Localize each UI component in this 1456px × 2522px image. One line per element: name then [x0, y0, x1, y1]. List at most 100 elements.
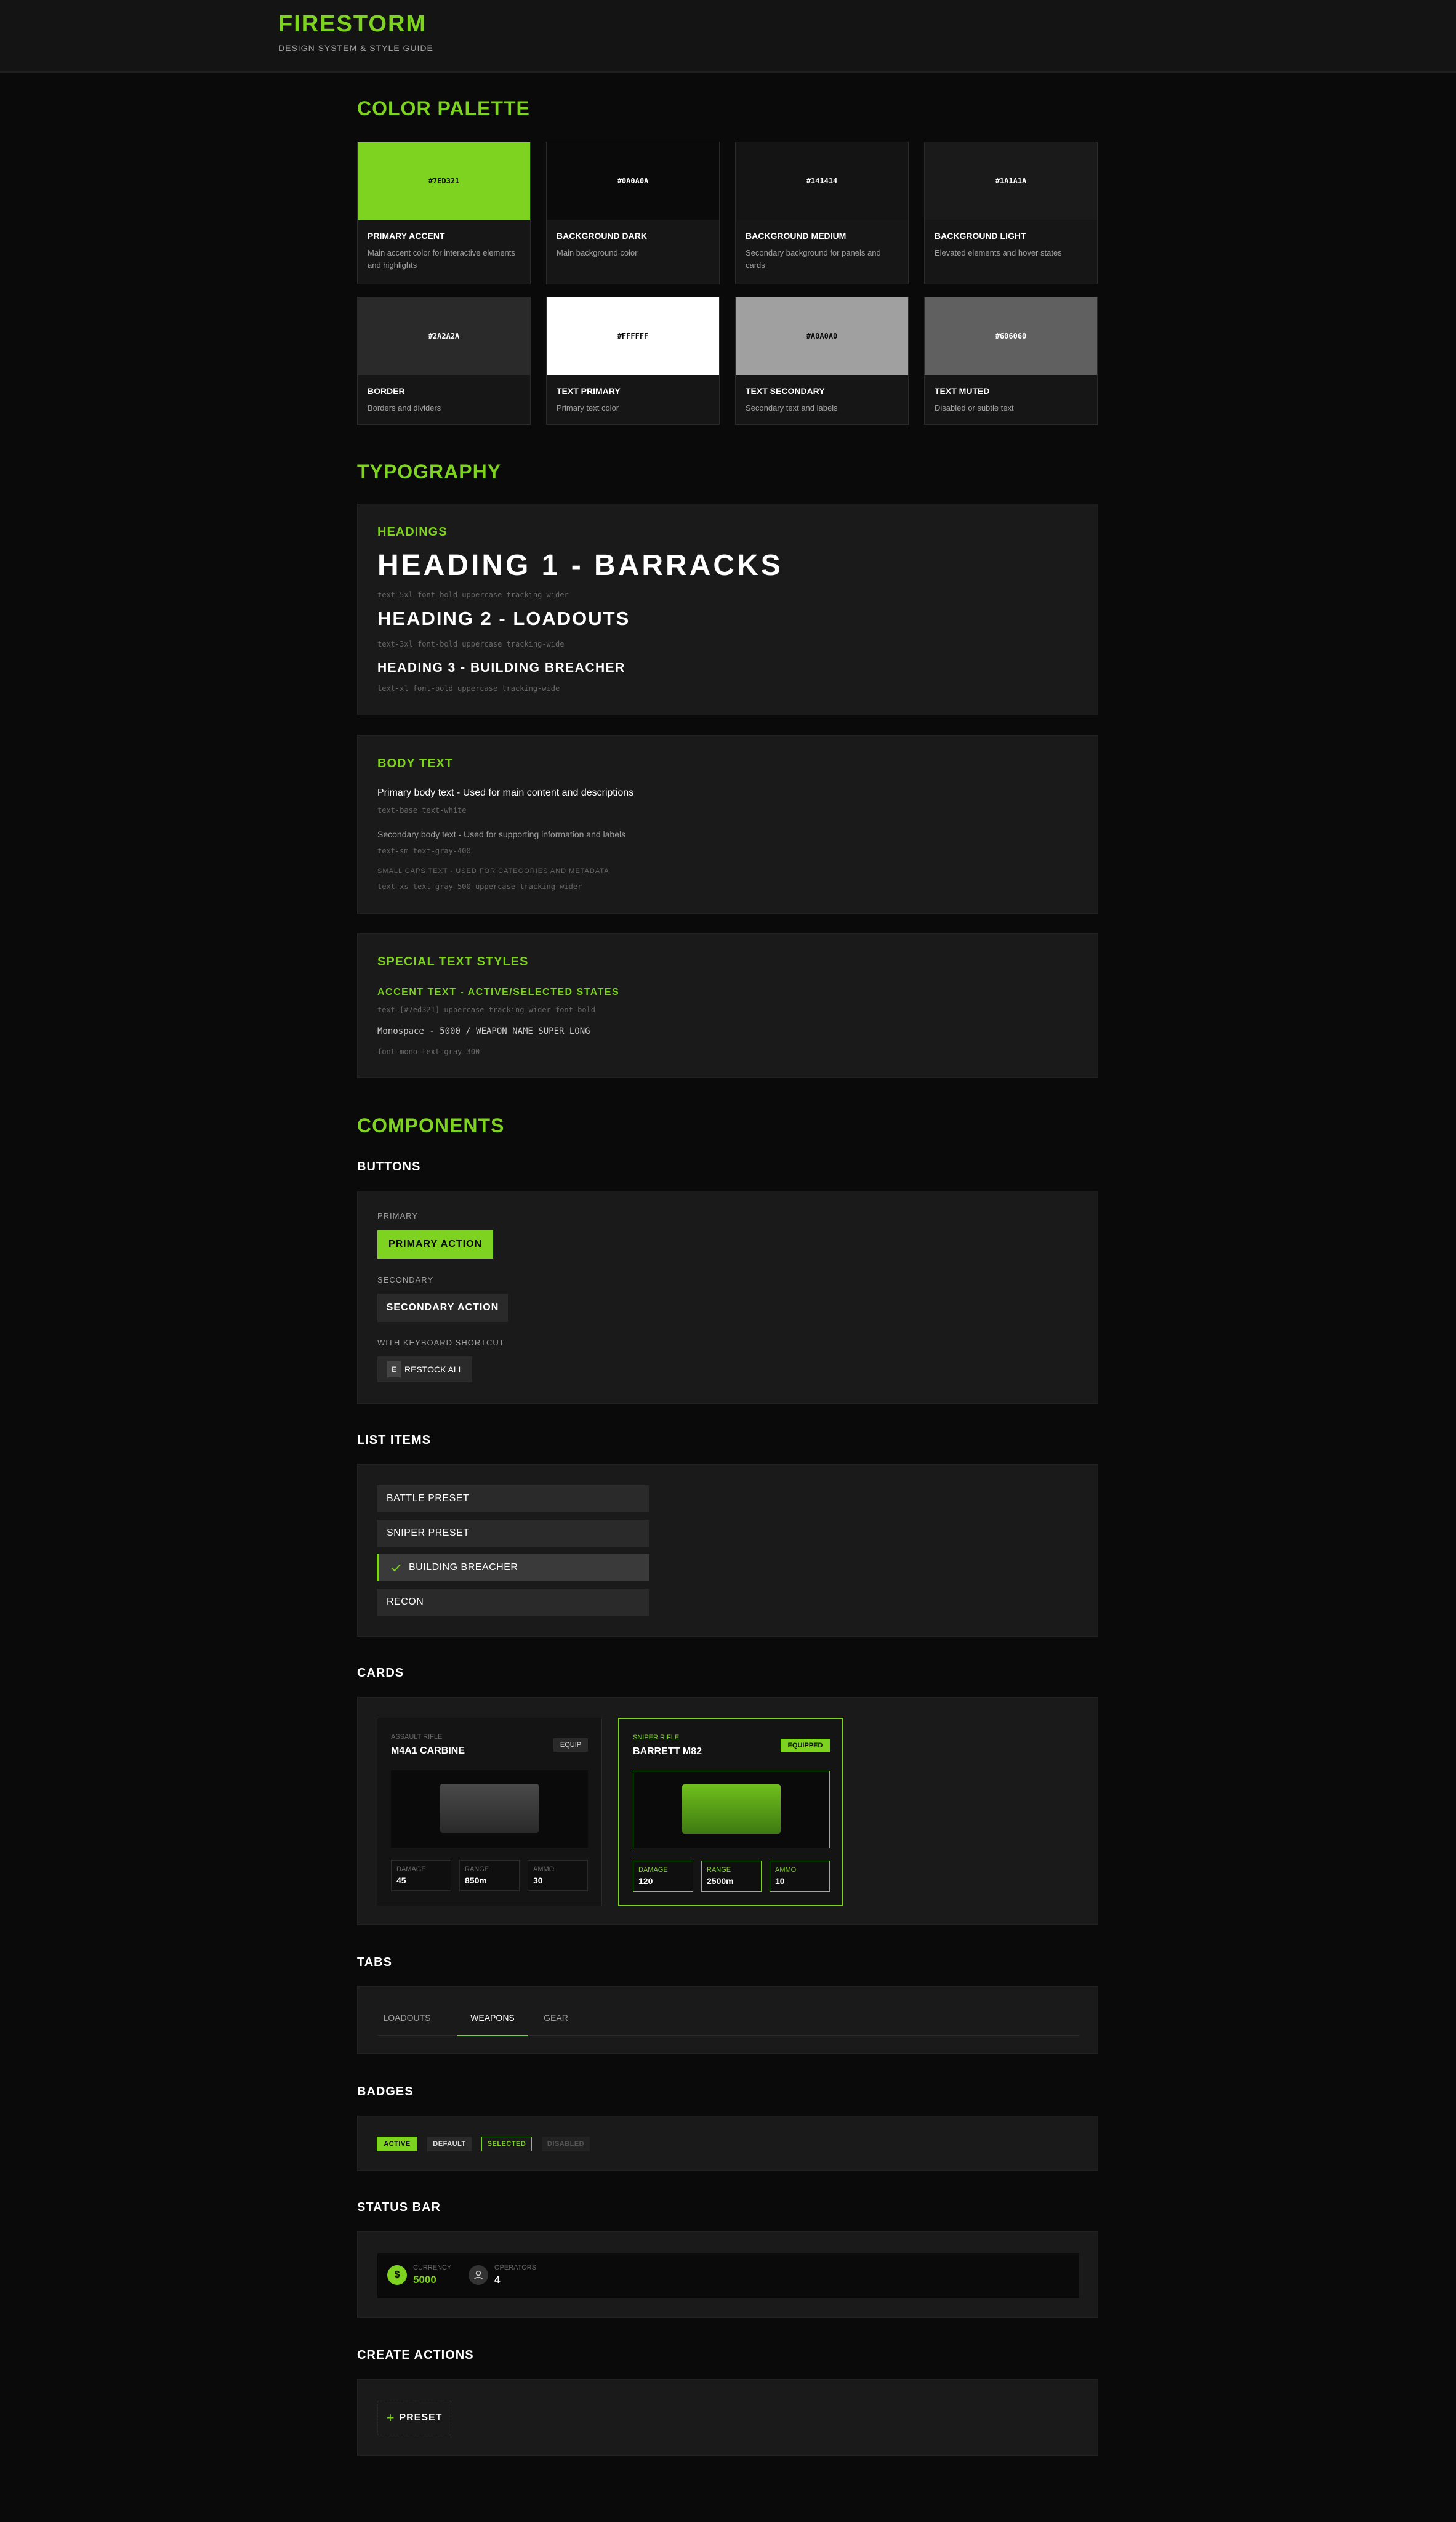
color-description: Borders and dividers [368, 403, 441, 413]
color-name: TEXT SECONDARY [746, 386, 825, 396]
list-item-recon[interactable]: RECON [377, 1589, 649, 1616]
badge-active: ACTIVE [377, 2137, 417, 2151]
stat-damage: DAMAGE 120 [633, 1861, 693, 1892]
stat-value: 30 [533, 1875, 543, 1885]
body-text-label: BODY TEXT [377, 757, 454, 770]
color-chip-hex: #2A2A2A [358, 297, 530, 375]
secondary-action-button[interactable]: SECONDARY ACTION [377, 1294, 508, 1322]
brand-title: FIRESTORM [278, 11, 427, 37]
buttons-panel: PRIMARY PRIMARY ACTION SECONDARY SECONDA… [357, 1191, 1098, 1404]
list-item-label: RECON [387, 1597, 424, 1607]
color-swatch-border: #2A2A2A BORDER Borders and dividers [357, 297, 531, 425]
special-text-panel: SPECIAL TEXT STYLES ACCENT TEXT - ACTIVE… [357, 933, 1098, 1078]
weapon-image-frame [633, 1771, 830, 1848]
color-name: TEXT PRIMARY [557, 386, 621, 396]
status-bar: $ CURRENCY 5000 OPERATORS 4 [377, 2253, 1079, 2298]
stat-label: DAMAGE [396, 1866, 426, 1873]
plus-icon: + [386, 2410, 395, 2425]
color-swatch-background-medium: #141414 BACKGROUND MEDIUM Secondary backgr… [735, 142, 909, 284]
shortcut-button-caption: WITH KEYBOARD SHORTCUT [377, 1338, 505, 1347]
body-primary-sample: Primary body text - Used for main conten… [377, 788, 634, 798]
heading-2-code: text-3xl font-bold uppercase tracking-wi… [377, 640, 565, 648]
tab-gear[interactable]: GEAR [536, 2013, 576, 2035]
create-preset-button[interactable]: + PRESET [377, 2401, 451, 2435]
keyboard-shortcut-key: E [387, 1361, 401, 1377]
heading-3-sample: HEADING 3 - BUILDING BREACHER [377, 661, 625, 675]
weapon-name: BARRETT M82 [633, 1746, 702, 1757]
badge-disabled: DISABLED [542, 2137, 590, 2151]
section-title-color-palette: COLOR PALETTE [357, 97, 530, 119]
cards-title: CARDS [357, 1666, 404, 1680]
tabs-panel: LOADOUTS WEAPONS GEAR [357, 1986, 1098, 2054]
equip-button[interactable]: EQUIP [553, 1738, 588, 1752]
badges-title: BADGES [357, 2085, 414, 2098]
list-item-label: SNIPER PRESET [387, 1528, 470, 1538]
primary-button-caption: PRIMARY [377, 1211, 418, 1220]
tab-weapons-active[interactable]: WEAPONS [457, 2013, 528, 2036]
body-secondary-code: text-sm text-gray-400 [377, 847, 471, 855]
color-chip-hex: #141414 [736, 142, 908, 220]
stat-label: RANGE [707, 1866, 731, 1874]
color-chip-hex: #A0A0A0 [736, 297, 908, 375]
stat-damage: DAMAGE 45 [391, 1860, 451, 1891]
heading-1-code: text-5xl font-bold uppercase tracking-wi… [377, 590, 569, 599]
stat-ammo: AMMO 30 [528, 1860, 588, 1891]
list-item-battle-preset[interactable]: BATTLE PRESET [377, 1485, 649, 1512]
color-description: Main background color [557, 248, 638, 257]
weapon-category: SNIPER RIFLE [633, 1734, 680, 1741]
color-chip-hex: #0A0A0A [547, 142, 719, 220]
operators-value: 4 [494, 2274, 501, 2286]
color-name: BORDER [368, 386, 405, 396]
badge-selected: SELECTED [481, 2137, 532, 2151]
body-secondary-sample: Secondary body text - Used for supportin… [377, 829, 626, 839]
weapon-card-barrett-equipped[interactable]: SNIPER RIFLE BARRETT M82 EQUIPPED DAMAGE… [618, 1718, 843, 1906]
color-swatch-text-muted: #606060 TEXT MUTED Disabled or subtle text [924, 297, 1098, 425]
color-description: Disabled or subtle text [935, 403, 1014, 413]
weapon-category: ASSAULT RIFLE [391, 1733, 443, 1741]
currency-value: 5000 [413, 2274, 436, 2286]
create-actions-title: CREATE ACTIONS [357, 2348, 474, 2362]
color-swatch-text-secondary: #A0A0A0 TEXT SECONDARY Secondary text and … [735, 297, 909, 425]
stat-label: RANGE [465, 1866, 489, 1873]
stat-label: AMMO [533, 1866, 555, 1873]
accent-text-code: text-[#7ed321] uppercase tracking-wider … [377, 1005, 596, 1014]
small-caps-sample: SMALL CAPS TEXT - USED FOR CATEGORIES AN… [377, 868, 609, 875]
list-item-sniper-preset[interactable]: SNIPER PRESET [377, 1520, 649, 1547]
buttons-title: BUTTONS [357, 1160, 421, 1174]
weapon-image-placeholder [682, 1784, 781, 1834]
stat-label: DAMAGE [638, 1866, 668, 1874]
headings-label: HEADINGS [377, 525, 448, 539]
restock-all-button[interactable]: E RESTOCK ALL [377, 1356, 472, 1382]
section-title-typography: TYPOGRAPHY [357, 461, 502, 483]
badge-default: DEFAULT [427, 2137, 472, 2151]
color-name: TEXT MUTED [935, 386, 990, 396]
stat-value: 10 [775, 1876, 785, 1886]
color-chip-hex: #7ED321 [358, 142, 530, 220]
color-name: BACKGROUND LIGHT [935, 231, 1026, 241]
color-name: BACKGROUND MEDIUM [746, 231, 847, 241]
check-icon [391, 1564, 401, 1572]
equipped-badge: EQUIPPED [781, 1739, 830, 1752]
currency-icon: $ [387, 2265, 407, 2285]
color-description: Main accent color for interactive elemen… [368, 248, 515, 270]
color-description: Primary text color [557, 403, 619, 413]
heading-1-sample: HEADING 1 - BARRACKS [377, 549, 783, 582]
special-text-label: SPECIAL TEXT STYLES [377, 955, 529, 969]
stat-value: 850m [465, 1875, 487, 1885]
currency-label: CURRENCY [413, 2264, 452, 2271]
stat-range: RANGE 850m [459, 1860, 520, 1891]
restock-all-label: RESTOCK ALL [404, 1364, 464, 1374]
create-preset-label: PRESET [399, 2412, 443, 2423]
color-description: Secondary text and labels [746, 403, 838, 413]
list-items-title: LIST ITEMS [357, 1433, 431, 1447]
list-item-building-breacher-selected[interactable]: BUILDING BREACHER [377, 1554, 649, 1581]
brand-subtitle: DESIGN SYSTEM & STYLE GUIDE [278, 43, 433, 53]
heading-3-code: text-xl font-bold uppercase tracking-wid… [377, 684, 560, 693]
primary-action-button[interactable]: PRIMARY ACTION [377, 1230, 493, 1259]
weapon-card-m4a1[interactable]: ASSAULT RIFLE M4A1 CARBINE EQUIP DAMAGE 4… [377, 1718, 602, 1906]
monospace-sample: Monospace - 5000 / WEAPON_NAME_SUPER_LON… [377, 1026, 590, 1036]
body-primary-code: text-base text-white [377, 806, 467, 815]
color-swatch-background-light: #1A1A1A BACKGROUND LIGHT Elevated elements… [924, 142, 1098, 284]
stat-label: AMMO [775, 1866, 797, 1874]
tab-loadouts[interactable]: LOADOUTS [377, 2013, 436, 2035]
